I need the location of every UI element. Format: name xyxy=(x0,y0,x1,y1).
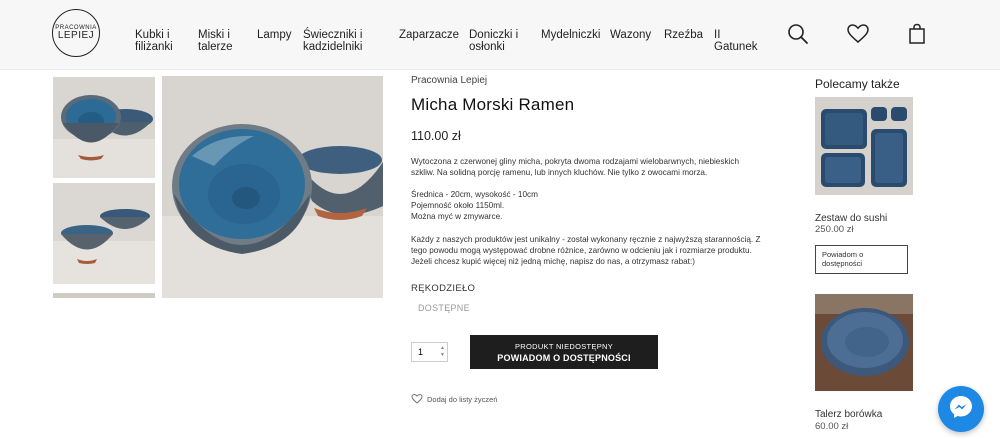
quantity-arrows[interactable]: ▲ ▼ xyxy=(440,345,445,359)
spec-line: Średnica - 20cm, wysokość - 10cm xyxy=(411,190,538,199)
product-main-image[interactable] xyxy=(162,76,383,298)
nav-item-mydelniczki[interactable]: Mydelniczki xyxy=(541,29,600,41)
notify-availability-button[interactable]: PRODUKT NIEDOSTĘPNY POWIADOM O DOSTĘPNOŚ… xyxy=(470,335,658,369)
nav-item-kubki[interactable]: Kubki i filiżanki xyxy=(135,29,173,53)
note-line: tego powodu mogą występować drobne różni… xyxy=(411,246,752,255)
product-thumbnail-1[interactable] xyxy=(53,77,155,178)
heart-icon[interactable] xyxy=(846,22,870,46)
nav-label-line-2: Gatunek xyxy=(714,41,758,53)
site-header: PRACOWNIA LEPIEJ Kubki i filiżanki Miski … xyxy=(0,0,1000,70)
nav-label-line-1: Kubki i xyxy=(135,29,170,41)
nav-item-rzezba[interactable]: Rzeźba xyxy=(664,29,703,41)
nav-label-line-1: Rzeźba xyxy=(664,29,703,41)
product-thumbnail-2[interactable] xyxy=(53,183,155,284)
quantity-stepper[interactable]: ▲ ▼ xyxy=(411,342,448,362)
nav-label-line-1: Mydelniczki xyxy=(541,29,601,41)
recommended-item-name[interactable]: Zestaw do sushi xyxy=(815,213,887,224)
product-price: 110.00 zł xyxy=(411,129,461,143)
product-category: RĘKODZIEŁO xyxy=(411,283,476,294)
product-thumbnail-3[interactable] xyxy=(53,289,155,298)
add-to-wishlist-link[interactable]: Dodaj do listy życzeń xyxy=(411,393,497,406)
messenger-icon xyxy=(948,394,974,425)
notify-label-line-2: dostępności xyxy=(822,259,863,268)
wishlist-label: Dodaj do listy życzeń xyxy=(427,395,498,404)
nav-label-line-2: osłonki xyxy=(469,41,505,53)
decrement-icon[interactable]: ▼ xyxy=(440,352,445,359)
notify-button-subtitle: PRODUKT NIEDOSTĘPNY xyxy=(514,341,614,351)
nav-label-line-1: Miski i xyxy=(198,29,230,41)
quantity-input[interactable] xyxy=(412,347,436,357)
recommended-item-name[interactable]: Talerz borówka xyxy=(815,409,882,420)
nav-label-line-2: kadzidelniki xyxy=(303,41,363,53)
availability-status: DOSTĘPNE xyxy=(418,303,470,313)
product-brand[interactable]: Pracownia Lepiej xyxy=(411,75,487,86)
nav-label-line-1: Świeczniki i xyxy=(303,29,363,41)
nav-label-line-1: Wazony xyxy=(610,29,652,41)
nav-label-line-1: Zaparzacze xyxy=(399,29,460,41)
heart-icon xyxy=(411,393,423,406)
recommended-title: Polecamy także xyxy=(815,77,900,91)
description-line: szkliw. Na solidną porcję ramenu, lub in… xyxy=(411,168,708,177)
nav-label-line-2: talerze xyxy=(198,41,233,53)
search-icon[interactable] xyxy=(786,22,810,46)
notify-label-line-1: Powiadom o xyxy=(822,250,864,259)
spec-line: Można myć w zmywarce. xyxy=(411,212,503,221)
product-specs: Średnica - 20cm, wysokość - 10cm Pojemno… xyxy=(411,189,811,222)
description-line: Wytoczona z czerwonej gliny micha, pokry… xyxy=(411,157,740,166)
nav-item-doniczki[interactable]: Doniczki i osłonki xyxy=(469,29,518,53)
nav-item-wazony[interactable]: Wazony xyxy=(610,29,651,41)
product-description: Wytoczona z czerwonej gliny micha, pokry… xyxy=(411,156,811,178)
note-line: Każdy z naszych produktów jest unikalny … xyxy=(411,235,761,244)
nav-label-line-1: II xyxy=(714,29,721,41)
note-line: Jeżeli chcesz kupić więcej niż jedną mic… xyxy=(411,257,695,266)
spec-line: Pojemność około 1150ml. xyxy=(411,201,505,210)
site-logo[interactable]: PRACOWNIA LEPIEJ xyxy=(52,9,100,57)
nav-item-miski[interactable]: Miski i talerze xyxy=(198,29,233,53)
increment-icon[interactable]: ▲ xyxy=(440,345,445,352)
nav-item-swieczniki[interactable]: Świeczniki i kadzidelniki xyxy=(303,29,362,53)
nav-label-line-1: Lampy xyxy=(257,29,292,41)
logo-line-2: LEPIEJ xyxy=(57,30,95,41)
product-title: Micha Morski Ramen xyxy=(411,95,575,114)
nav-item-lampy[interactable]: Lampy xyxy=(257,29,292,41)
recommended-item-price: 250.00 zł xyxy=(815,224,854,235)
messenger-chat-button[interactable] xyxy=(938,386,984,432)
recommended-item-image[interactable] xyxy=(815,97,913,195)
recommended-notify-button[interactable]: Powiadom o dostępności xyxy=(815,245,908,274)
recommended-item-price: 60.00 zł xyxy=(815,421,849,432)
product-note: Każdy z naszych produktów jest unikalny … xyxy=(411,234,811,267)
notify-button-label: POWIADOM O DOSTĘPNOŚCI xyxy=(497,352,631,363)
nav-item-ii-gatunek[interactable]: II Gatunek xyxy=(714,29,757,53)
nav-label-line-2: filiżanki xyxy=(135,41,173,53)
recommended-item-image[interactable] xyxy=(815,294,913,391)
nav-item-zaparzacze[interactable]: Zaparzacze xyxy=(399,29,459,41)
bag-icon[interactable] xyxy=(905,22,929,46)
nav-label-line-1: Doniczki i xyxy=(469,29,519,41)
